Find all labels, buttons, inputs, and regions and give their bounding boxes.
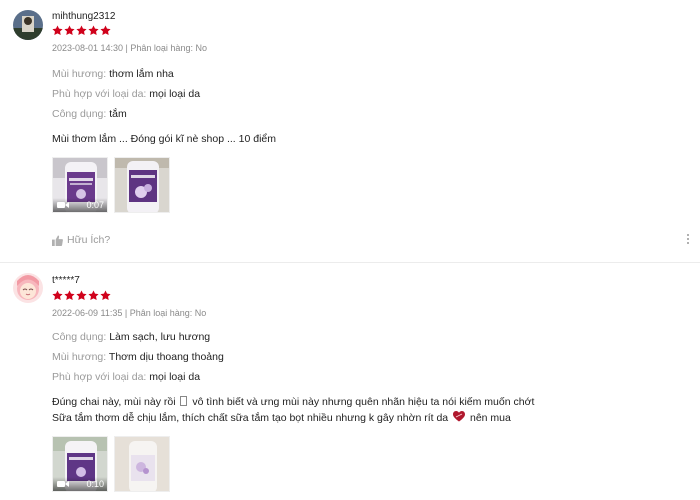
review-username: mihthung2312 [52,11,116,22]
attribute-row: Công dụng: tắm [52,108,127,120]
star-icon [52,25,63,36]
attribute-row: Công dụng: Làm sạch, lưu hương [52,331,210,343]
video-camera-icon [57,202,69,208]
attribute-row: Phù hợp với loại da: mọi loại da [52,88,200,100]
star-icon [64,25,75,36]
review-body-line: Đúng chai này, mùi này rồi vô tình biết … [52,394,534,410]
star-icon [88,290,99,301]
rating-stars [52,25,111,36]
attribute-key: Phù hợp với loại da: [52,88,147,100]
review-card: t*****7 2022-06-09 11:35 | Phân loại hàn… [0,263,700,500]
attribute-row: Mùi hương: Thơm dịu thoang thoảng [52,351,224,363]
review-meta: 2022-06-09 11:35 | Phân loại hàng: No [52,308,207,318]
review-body: Đúng chai này, mùi này rồi vô tình biết … [52,394,534,426]
review-video-thumbnail[interactable]: 0:07 [52,157,108,213]
video-duration: 0:10 [86,479,104,489]
review-body-text: vô tình biết và ưng mùi này nhưng quên n… [192,396,535,408]
review-body-line: Sữa tắm thơm dễ chịu lắm, thích chất sữa… [52,410,534,426]
attribute-value: thơm lắm nha [109,68,174,80]
review-body-text: Đúng chai này, mùi này rồi [52,396,176,408]
helpful-button[interactable]: Hữu Ích? [52,234,110,246]
star-icon [52,290,63,301]
attribute-value: Thơm dịu thoang thoảng [108,351,224,363]
missing-glyph-icon [180,396,188,406]
attribute-value: mọi loại da [149,88,201,100]
review-username: t*****7 [52,275,80,286]
star-icon [100,25,111,36]
video-duration: 0:07 [86,200,104,210]
star-icon [100,290,111,301]
review-video-thumbnail[interactable]: 0:10 [52,436,108,492]
user-avatar[interactable] [13,273,43,303]
attribute-value: Làm sạch, lưu hương [109,331,211,343]
attribute-key: Mùi hương: [52,68,107,80]
star-icon [76,25,87,36]
review-meta: 2023-08-01 14:30 | Phân loại hàng: No [52,43,207,53]
helpful-label: Hữu Ích? [67,234,111,246]
star-icon [64,290,75,301]
rating-stars [52,290,111,301]
attribute-key: Công dụng: [52,108,107,120]
thumbs-up-icon [52,234,63,246]
user-avatar[interactable] [13,10,43,40]
attribute-value: mọi loại da [149,371,201,383]
video-camera-icon [57,481,69,487]
attribute-key: Phù hợp với loại da: [52,371,147,383]
review-body-text: Sữa tắm thơm dễ chịu lắm, thích chất sữa… [52,412,449,424]
attribute-key: Mùi hương: [52,351,107,363]
star-icon [88,25,99,36]
attribute-value: tắm [109,108,127,120]
review-image-thumbnail[interactable] [114,436,170,492]
attribute-row: Phù hợp với loại da: mọi loại da [52,371,200,383]
review-card: mihthung2312 2023-08-01 14:30 | Phân loạ… [0,0,700,262]
review-body: Mùi thơm lắm ... Đóng gói kĩ nè shop ...… [52,133,276,145]
attribute-row: Mùi hương: thơm lắm nha [52,68,174,80]
heart-emoji-icon [453,411,466,422]
review-image-thumbnail[interactable] [114,157,170,213]
review-body-text: nên mua [470,412,511,424]
more-options-icon[interactable] [686,234,690,246]
star-icon [76,290,87,301]
attribute-key: Công dụng: [52,331,107,343]
